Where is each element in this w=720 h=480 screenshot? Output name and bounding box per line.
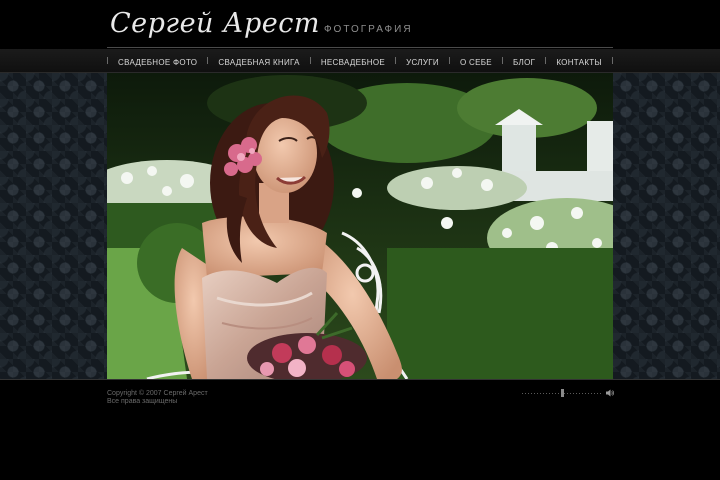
- nav-separator: [309, 57, 311, 64]
- logo[interactable]: Сергей Арест ФОТОГРАФИЯ: [110, 4, 413, 44]
- left-pattern-panel: [0, 73, 107, 379]
- nav-item-wedding-photo[interactable]: СВАДЕБНОЕ ФОТО: [118, 58, 197, 67]
- hero-photo: [107, 73, 613, 379]
- logo-subtitle: ФОТОГРАФИЯ: [323, 24, 413, 35]
- nav-separator: [207, 57, 209, 64]
- nav-item-blog[interactable]: БЛОГ: [513, 58, 535, 67]
- header-divider: [107, 47, 613, 48]
- footer-divider: [0, 379, 720, 380]
- nav-separator: [448, 57, 450, 64]
- main-nav: СВАДЕБНОЕ ФОТО СВАДЕБНАЯ КНИГА НЕСВАДЕБН…: [0, 49, 720, 73]
- nav-item-non-wedding[interactable]: НЕСВАДЕБНОЕ: [321, 58, 385, 67]
- logo-name: Сергей Арест: [110, 8, 320, 39]
- site-header: Сергей Арест ФОТОГРАФИЯ: [0, 0, 720, 48]
- nav-separator: [107, 57, 108, 64]
- copyright-text: Copyright © 2007 Сергей Арест: [107, 390, 208, 397]
- nav-separator: [611, 57, 613, 64]
- volume-slider-handle[interactable]: [561, 389, 564, 397]
- nav-item-services[interactable]: УСЛУГИ: [406, 58, 439, 67]
- hero-photo-image: [107, 73, 613, 379]
- volume-control[interactable]: [522, 388, 614, 398]
- nav-separator: [545, 57, 547, 64]
- speaker-icon[interactable]: [606, 389, 614, 397]
- nav-list: СВАДЕБНОЕ ФОТО СВАДЕБНАЯ КНИГА НЕСВАДЕБН…: [107, 49, 613, 72]
- nav-separator: [501, 57, 503, 64]
- nav-separator: [395, 57, 397, 64]
- nav-item-about[interactable]: О СЕБЕ: [460, 58, 492, 67]
- nav-item-contacts[interactable]: КОНТАКТЫ: [556, 58, 602, 67]
- rights-text: Все права защищены: [107, 398, 178, 405]
- copyright-block: Copyright © 2007 Сергей Арест Все права …: [107, 390, 208, 406]
- nav-item-wedding-book[interactable]: СВАДЕБНАЯ КНИГА: [218, 58, 299, 67]
- right-pattern-panel: [613, 73, 720, 379]
